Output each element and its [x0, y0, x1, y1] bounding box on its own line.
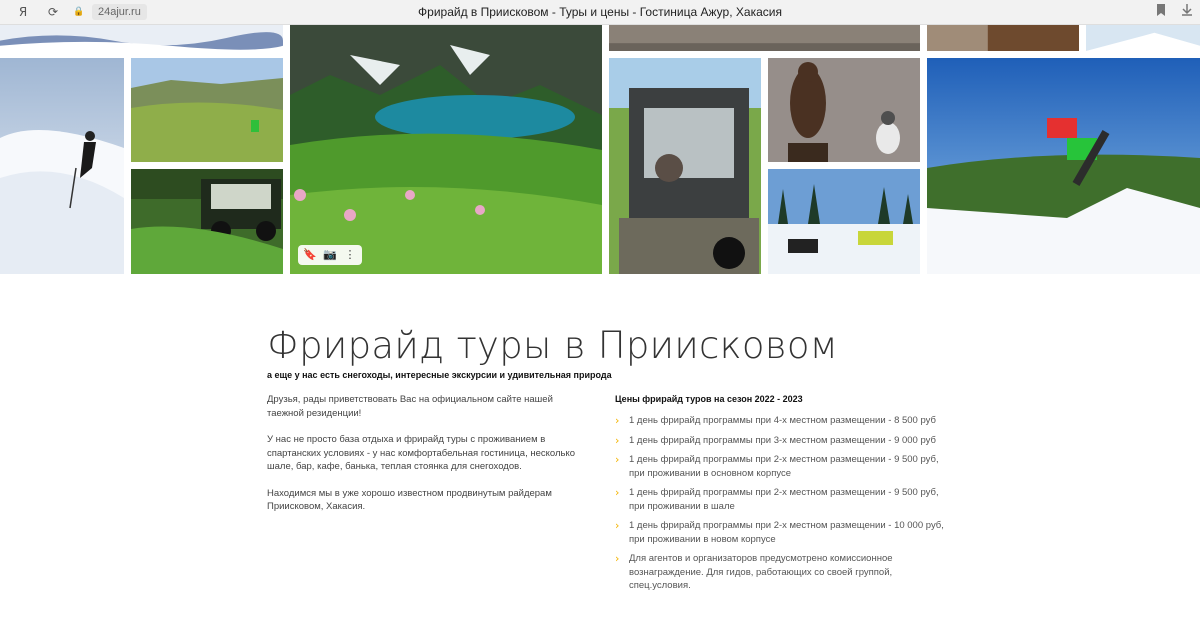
main-content: Фрирайд туры в Приисковом а еще у нас ес… [267, 320, 967, 591]
gallery-photo-snow-top-left[interactable] [0, 25, 283, 51]
price-text: 1 день фрирайд программы при 3-х местном… [629, 434, 936, 446]
price-item: › 1 день фрирайд программы при 2-х местно… [615, 519, 945, 546]
price-text: 1 день фрирайд программы при 4-х местном… [629, 415, 936, 426]
gallery-photo-snowmobiles[interactable] [768, 169, 920, 274]
chevron-right-icon: › [615, 519, 620, 532]
camera-search-icon[interactable]: 📷 [320, 245, 340, 265]
intro-text: Друзья, рады приветствовать Вас на офици… [267, 393, 577, 527]
gallery-photo-green-meadow[interactable] [131, 58, 283, 162]
chevron-right-icon: › [615, 453, 620, 466]
price-item: › 1 день фрирайд программы при 2-х местно… [615, 486, 945, 513]
photo-gallery [0, 25, 1200, 275]
intro-paragraph-2: У нас не просто база отдыха и фрирайд ту… [267, 434, 576, 472]
prices-title: Цены фрирайд туров на сезон 2022 - 2023 [615, 394, 803, 404]
gallery-photo-road-top[interactable] [609, 25, 920, 51]
gallery-photo-buggy-driver[interactable] [609, 58, 761, 274]
gallery-photo-snow-top-right[interactable] [1086, 25, 1200, 51]
price-text: Для агентов и организаторов предусмотрен… [629, 553, 893, 591]
download-icon[interactable] [1178, 3, 1196, 21]
intro-paragraph-1: Друзья, рады приветствовать Вас на офици… [267, 394, 553, 419]
bookmark-image-icon[interactable]: 🔖 [300, 245, 320, 265]
gallery-photo-bear-husky[interactable] [768, 58, 920, 162]
browser-top-bar: Я ⟳ 🔒 24ajur.ru Фрирайд в Приисковом - Т… [0, 0, 1200, 25]
gallery-photo-skier-powder[interactable] [0, 58, 124, 274]
chevron-right-icon: › [615, 414, 620, 427]
prices-section: Цены фрирайд туров на сезон 2022 - 2023 … [615, 394, 945, 599]
image-toolbar: 🔖 📷 ⋮ [298, 245, 362, 265]
gallery-photo-interior-top[interactable] [927, 25, 1079, 51]
bookmark-icon[interactable] [1152, 3, 1170, 21]
chevron-right-icon: › [615, 552, 620, 565]
price-text: 1 день фрирайд программы при 2-х местном… [629, 487, 939, 512]
gallery-photo-atv-grass[interactable] [131, 169, 283, 274]
gallery-photo-snowboarder-jump[interactable] [927, 58, 1200, 274]
chevron-right-icon: › [615, 433, 620, 447]
price-text: 1 день фрирайд программы при 2-х местном… [629, 454, 939, 479]
price-item: › 1 день фрирайд программы при 4-х местно… [615, 414, 945, 428]
intro-paragraph-3: Находимся мы в уже хорошо известном прод… [267, 487, 552, 513]
more-options-icon[interactable]: ⋮ [340, 245, 360, 265]
page-tab-title: Фрирайд в Приисковом - Туры и цены - Гос… [418, 5, 782, 19]
price-item: › 1 день фрирайд программы при 2-х местно… [615, 453, 945, 480]
price-item: › Для агентов и организаторов предусмотре… [615, 552, 945, 593]
page-title: Фрирайд туры в Приисковом [267, 324, 838, 367]
page-subtitle: а еще у нас есть снегоходы, интересные э… [267, 370, 612, 380]
price-item: › 1 день фрирайд программы при 3-х местно… [615, 434, 945, 448]
chevron-right-icon: › [615, 486, 620, 499]
price-text: 1 день фрирайд программы при 2-х местном… [629, 520, 944, 545]
gallery-photo-lake-valley[interactable] [290, 25, 602, 274]
